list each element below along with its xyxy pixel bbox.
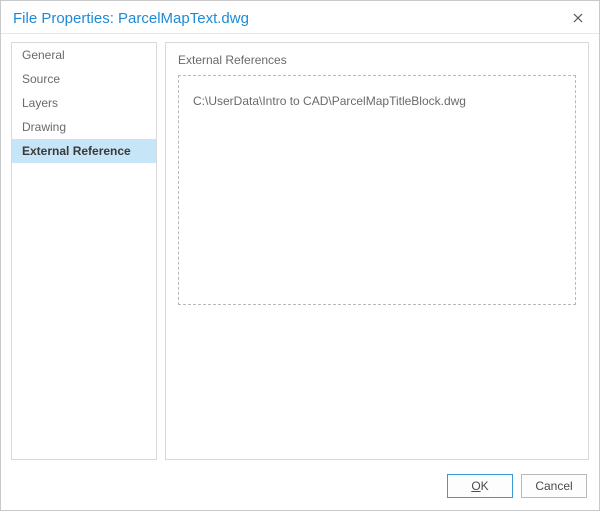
sidebar-item-label: General [22,48,65,62]
sidebar: General Source Layers Drawing External R… [11,42,157,460]
sidebar-item-label: Drawing [22,120,66,134]
sidebar-item-source[interactable]: Source [12,67,156,91]
dialog-title: File Properties: ParcelMapText.dwg [13,10,249,27]
file-properties-dialog: File Properties: ParcelMapText.dwg Gener… [0,0,600,511]
section-title: External References [178,53,576,67]
button-label: Cancel [535,479,572,493]
close-button[interactable] [567,7,589,29]
content-panel: External References C:\UserData\Intro to… [165,42,589,460]
dialog-footer: OK Cancel [1,466,599,510]
button-label: OK [471,479,488,493]
sidebar-item-label: External Reference [22,144,131,158]
sidebar-item-drawing[interactable]: Drawing [12,115,156,139]
sidebar-item-general[interactable]: General [12,43,156,67]
sidebar-item-label: Source [22,72,60,86]
sidebar-item-external-reference[interactable]: External Reference [12,139,156,163]
list-item[interactable]: C:\UserData\Intro to CAD\ParcelMapTitleB… [193,94,561,108]
cancel-button[interactable]: Cancel [521,474,587,498]
sidebar-item-label: Layers [22,96,58,110]
ok-button[interactable]: OK [447,474,513,498]
sidebar-item-layers[interactable]: Layers [12,91,156,115]
external-references-list[interactable]: C:\UserData\Intro to CAD\ParcelMapTitleB… [178,75,576,305]
close-icon [573,13,583,23]
titlebar: File Properties: ParcelMapText.dwg [1,1,599,34]
dialog-body: General Source Layers Drawing External R… [1,34,599,466]
